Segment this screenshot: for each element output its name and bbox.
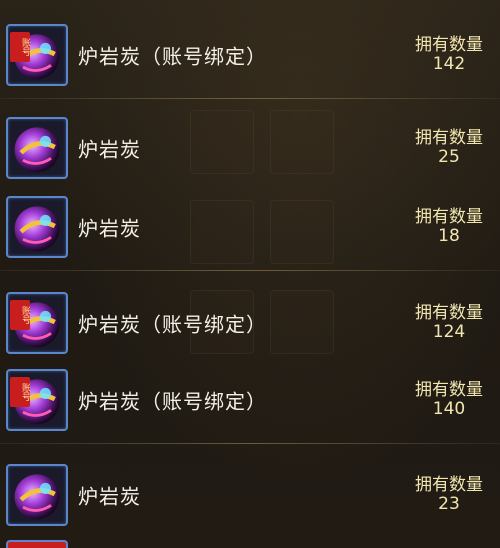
item-name: 炉岩炭（账号绑定） <box>78 312 267 337</box>
count-label: 拥有数量 <box>415 303 483 323</box>
count-label: 拥有数量 <box>415 128 483 148</box>
count-value: 18 <box>438 226 460 246</box>
item-name: 炉岩炭（账号绑定） <box>78 389 267 414</box>
orb-icon <box>6 196 68 258</box>
orb-icon: 账号 <box>6 24 68 86</box>
count-label: 拥有数量 <box>415 380 483 400</box>
list-item[interactable]: 炉岩炭 拥有数量 18 <box>0 190 500 264</box>
list-item-partial[interactable] <box>0 538 500 548</box>
item-name: 炉岩炭（账号绑定） <box>78 44 267 69</box>
item-name: 炉岩炭 <box>78 137 141 162</box>
row-divider <box>0 98 500 99</box>
item-name: 炉岩炭 <box>78 484 141 509</box>
row-divider <box>0 443 500 444</box>
item-name: 炉岩炭 <box>78 216 141 241</box>
list-item[interactable]: 炉岩炭 拥有数量 25 <box>0 111 500 185</box>
list-item[interactable]: 账号 炉岩炭（账号绑定） 拥有数量 124 <box>0 286 500 360</box>
count-value: 142 <box>432 54 466 74</box>
count-value: 124 <box>432 322 466 342</box>
orb-icon <box>6 464 68 526</box>
count-value: 25 <box>438 147 460 167</box>
row-divider <box>0 270 500 271</box>
count-label: 拥有数量 <box>415 475 483 495</box>
count-label: 拥有数量 <box>415 35 483 55</box>
list-item[interactable]: 炉岩炭 拥有数量 23 <box>0 458 500 532</box>
bound-tag-icon: 账号 <box>10 32 30 62</box>
count-value: 140 <box>432 399 466 419</box>
count-label: 拥有数量 <box>415 207 483 227</box>
bound-tag-icon: 账号 <box>10 377 30 407</box>
list-item[interactable]: 账号 炉岩炭（账号绑定） 拥有数量 140 <box>0 363 500 437</box>
orb-icon: 账号 <box>6 292 68 354</box>
bound-tag-icon: 账号 <box>10 300 30 330</box>
count-value: 23 <box>438 494 460 514</box>
orb-icon <box>6 117 68 179</box>
orb-icon: 账号 <box>6 369 68 431</box>
list-item[interactable]: 账号 炉岩炭（账号绑定） 拥有数量 142 <box>0 18 500 92</box>
orb-icon <box>6 540 68 548</box>
